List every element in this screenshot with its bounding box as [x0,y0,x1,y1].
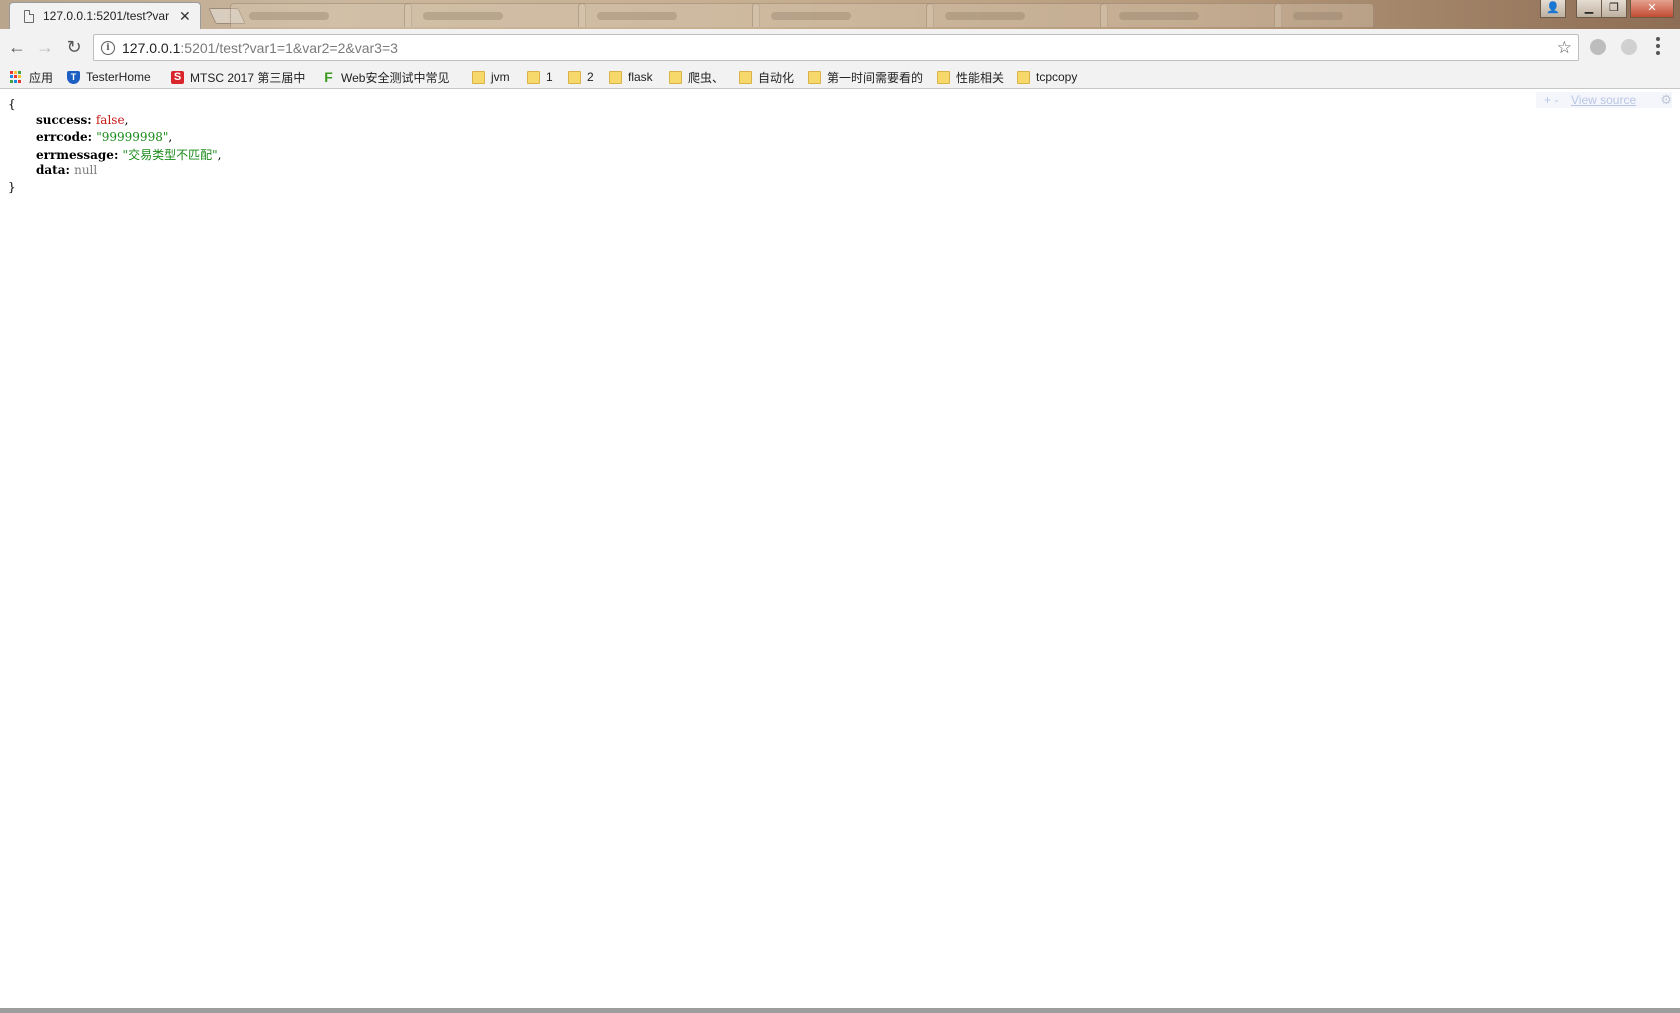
url-text: 127.0.0.1:5201/test?var1=1&var2=2&var3=3 [122,40,398,56]
address-bar[interactable]: i 127.0.0.1:5201/test?var1=1&var2=2&var3… [93,34,1579,61]
json-value: null [74,163,98,177]
bookmark-web-security[interactable]: F Web安全测试中常见 [322,68,449,86]
tab-title: 127.0.0.1:5201/test?var [43,9,170,23]
background-tab[interactable] [578,3,760,27]
bookmark-star-icon[interactable]: ☆ [1557,38,1572,58]
background-tab[interactable] [752,3,934,27]
s-icon: S [171,70,184,84]
background-tab[interactable] [926,3,1108,27]
json-entry-data: data: null [36,163,98,177]
folder-icon [808,70,821,84]
json-key: errcode [36,130,88,144]
folder-icon [1017,70,1030,84]
json-viewer-toolbar: + - View source ⚙ [1536,92,1672,108]
background-tab[interactable] [404,3,586,27]
minimize-button[interactable]: ▁ [1576,0,1602,18]
gear-icon[interactable]: ⚙ [1660,92,1672,108]
bookmark-mtsc[interactable]: S MTSC 2017 第三届中 [171,68,305,86]
user-profile-button[interactable]: 👤 [1540,0,1566,18]
bookmark-label: 第一时间需要看的 [827,70,924,85]
bookmark-label: 2 [587,70,594,84]
blurred-tab-title [771,12,851,20]
json-key: success [36,113,88,127]
bookmark-folder-2[interactable]: 2 [568,68,594,86]
bookmark-label: 1 [546,70,553,84]
json-entry-errmessage: errmessage: "交易类型不匹配", [36,148,222,162]
bookmark-folder-must-read[interactable]: 第一时间需要看的 [808,68,923,86]
tab-close-icon[interactable]: ✕ [179,8,191,25]
view-source-link[interactable]: View source [1571,93,1636,107]
bookmark-label: TesterHome [86,70,151,84]
blurred-tab-title [1119,12,1199,20]
shield-icon: T [67,70,80,84]
folder-icon [669,70,682,84]
bookmark-label: 性能相关 [956,70,1005,85]
bookmarks-bar: 应用 T TesterHome S MTSC 2017 第三届中 F Web安全… [0,65,1680,89]
bookmark-label: 应用 [29,70,54,85]
blurred-tab-title [945,12,1025,20]
folder-icon [472,70,485,84]
extension-icon[interactable] [1621,39,1637,55]
folder-icon [739,70,752,84]
background-tab[interactable] [230,3,412,27]
tab-strip: 127.0.0.1:5201/test?var ✕ 👤 ▁ ❐ ✕ [0,0,1680,29]
browser-toolbar: ← → ↻ i 127.0.0.1:5201/test?var1=1&var2=… [0,29,1680,65]
bookmark-folder-1[interactable]: 1 [527,68,553,86]
back-arrow-icon[interactable]: ← [7,37,27,57]
json-open-brace: { [8,97,16,111]
tab-active[interactable]: 127.0.0.1:5201/test?var ✕ [9,2,201,29]
url-path: :5201/test?var1=1&var2=2&var3=3 [180,40,398,56]
json-value: "99999998" [96,130,169,144]
bookmark-folder-performance[interactable]: 性能相关 [937,68,1004,86]
bookmark-folder-crawler[interactable]: 爬虫、 [669,68,724,86]
bookmark-folder-tcpcopy[interactable]: tcpcopy [1017,68,1077,86]
background-tab[interactable] [1100,3,1282,27]
json-value: "交易类型不匹配" [122,148,218,162]
bookmark-label: MTSC 2017 第三届中 [190,70,306,85]
json-comma: , [124,113,129,127]
blurred-tab-title [249,12,329,20]
page-icon [24,9,34,23]
bookmark-label: tcpcopy [1036,70,1078,84]
json-comma: , [217,148,222,162]
json-key: errmessage [36,148,114,162]
f-icon: F [324,68,333,85]
extension-icon[interactable] [1590,39,1606,55]
taskbar-edge [0,1008,1680,1013]
bookmark-label: 爬虫、 [688,70,725,85]
bookmark-label: jvm [491,70,510,84]
apps-icon [10,70,23,84]
expand-collapse-controls[interactable]: + - [1544,93,1558,107]
bookmark-apps[interactable]: 应用 [10,68,53,86]
json-entry-errcode: errcode: "99999998", [36,130,173,144]
reload-icon[interactable]: ↻ [64,37,84,57]
bookmark-label: Web安全测试中常见 [341,70,450,85]
blurred-tab-title [597,12,677,20]
folder-icon [568,70,581,84]
bookmark-testerhome[interactable]: T TesterHome [67,68,151,86]
json-comma: , [168,130,173,144]
bookmark-folder-flask[interactable]: flask [609,68,653,86]
bookmark-folder-jvm[interactable]: jvm [472,68,510,86]
site-info-icon[interactable]: i [101,41,115,55]
browser-menu-icon[interactable] [1654,37,1662,57]
folder-icon [527,70,540,84]
blurred-tab-title [1293,12,1343,20]
json-viewer: { success: false, errcode: "99999998", e… [0,90,1680,1008]
blurred-tab-title [423,12,503,20]
json-close-brace: } [8,180,16,194]
window-close-button[interactable]: ✕ [1630,0,1674,18]
json-value: false [95,113,125,127]
restore-button[interactable]: ❐ [1601,0,1627,18]
bookmark-label: 自动化 [758,70,795,85]
json-entry-success: success: false, [36,113,129,127]
forward-arrow-icon[interactable]: → [35,37,55,57]
folder-icon [609,70,622,84]
url-host: 127.0.0.1 [122,40,181,56]
folder-icon [937,70,950,84]
background-tab[interactable] [1274,3,1374,27]
bookmark-folder-automation[interactable]: 自动化 [739,68,794,86]
bookmark-label: flask [628,70,653,84]
json-key: data [36,163,66,177]
